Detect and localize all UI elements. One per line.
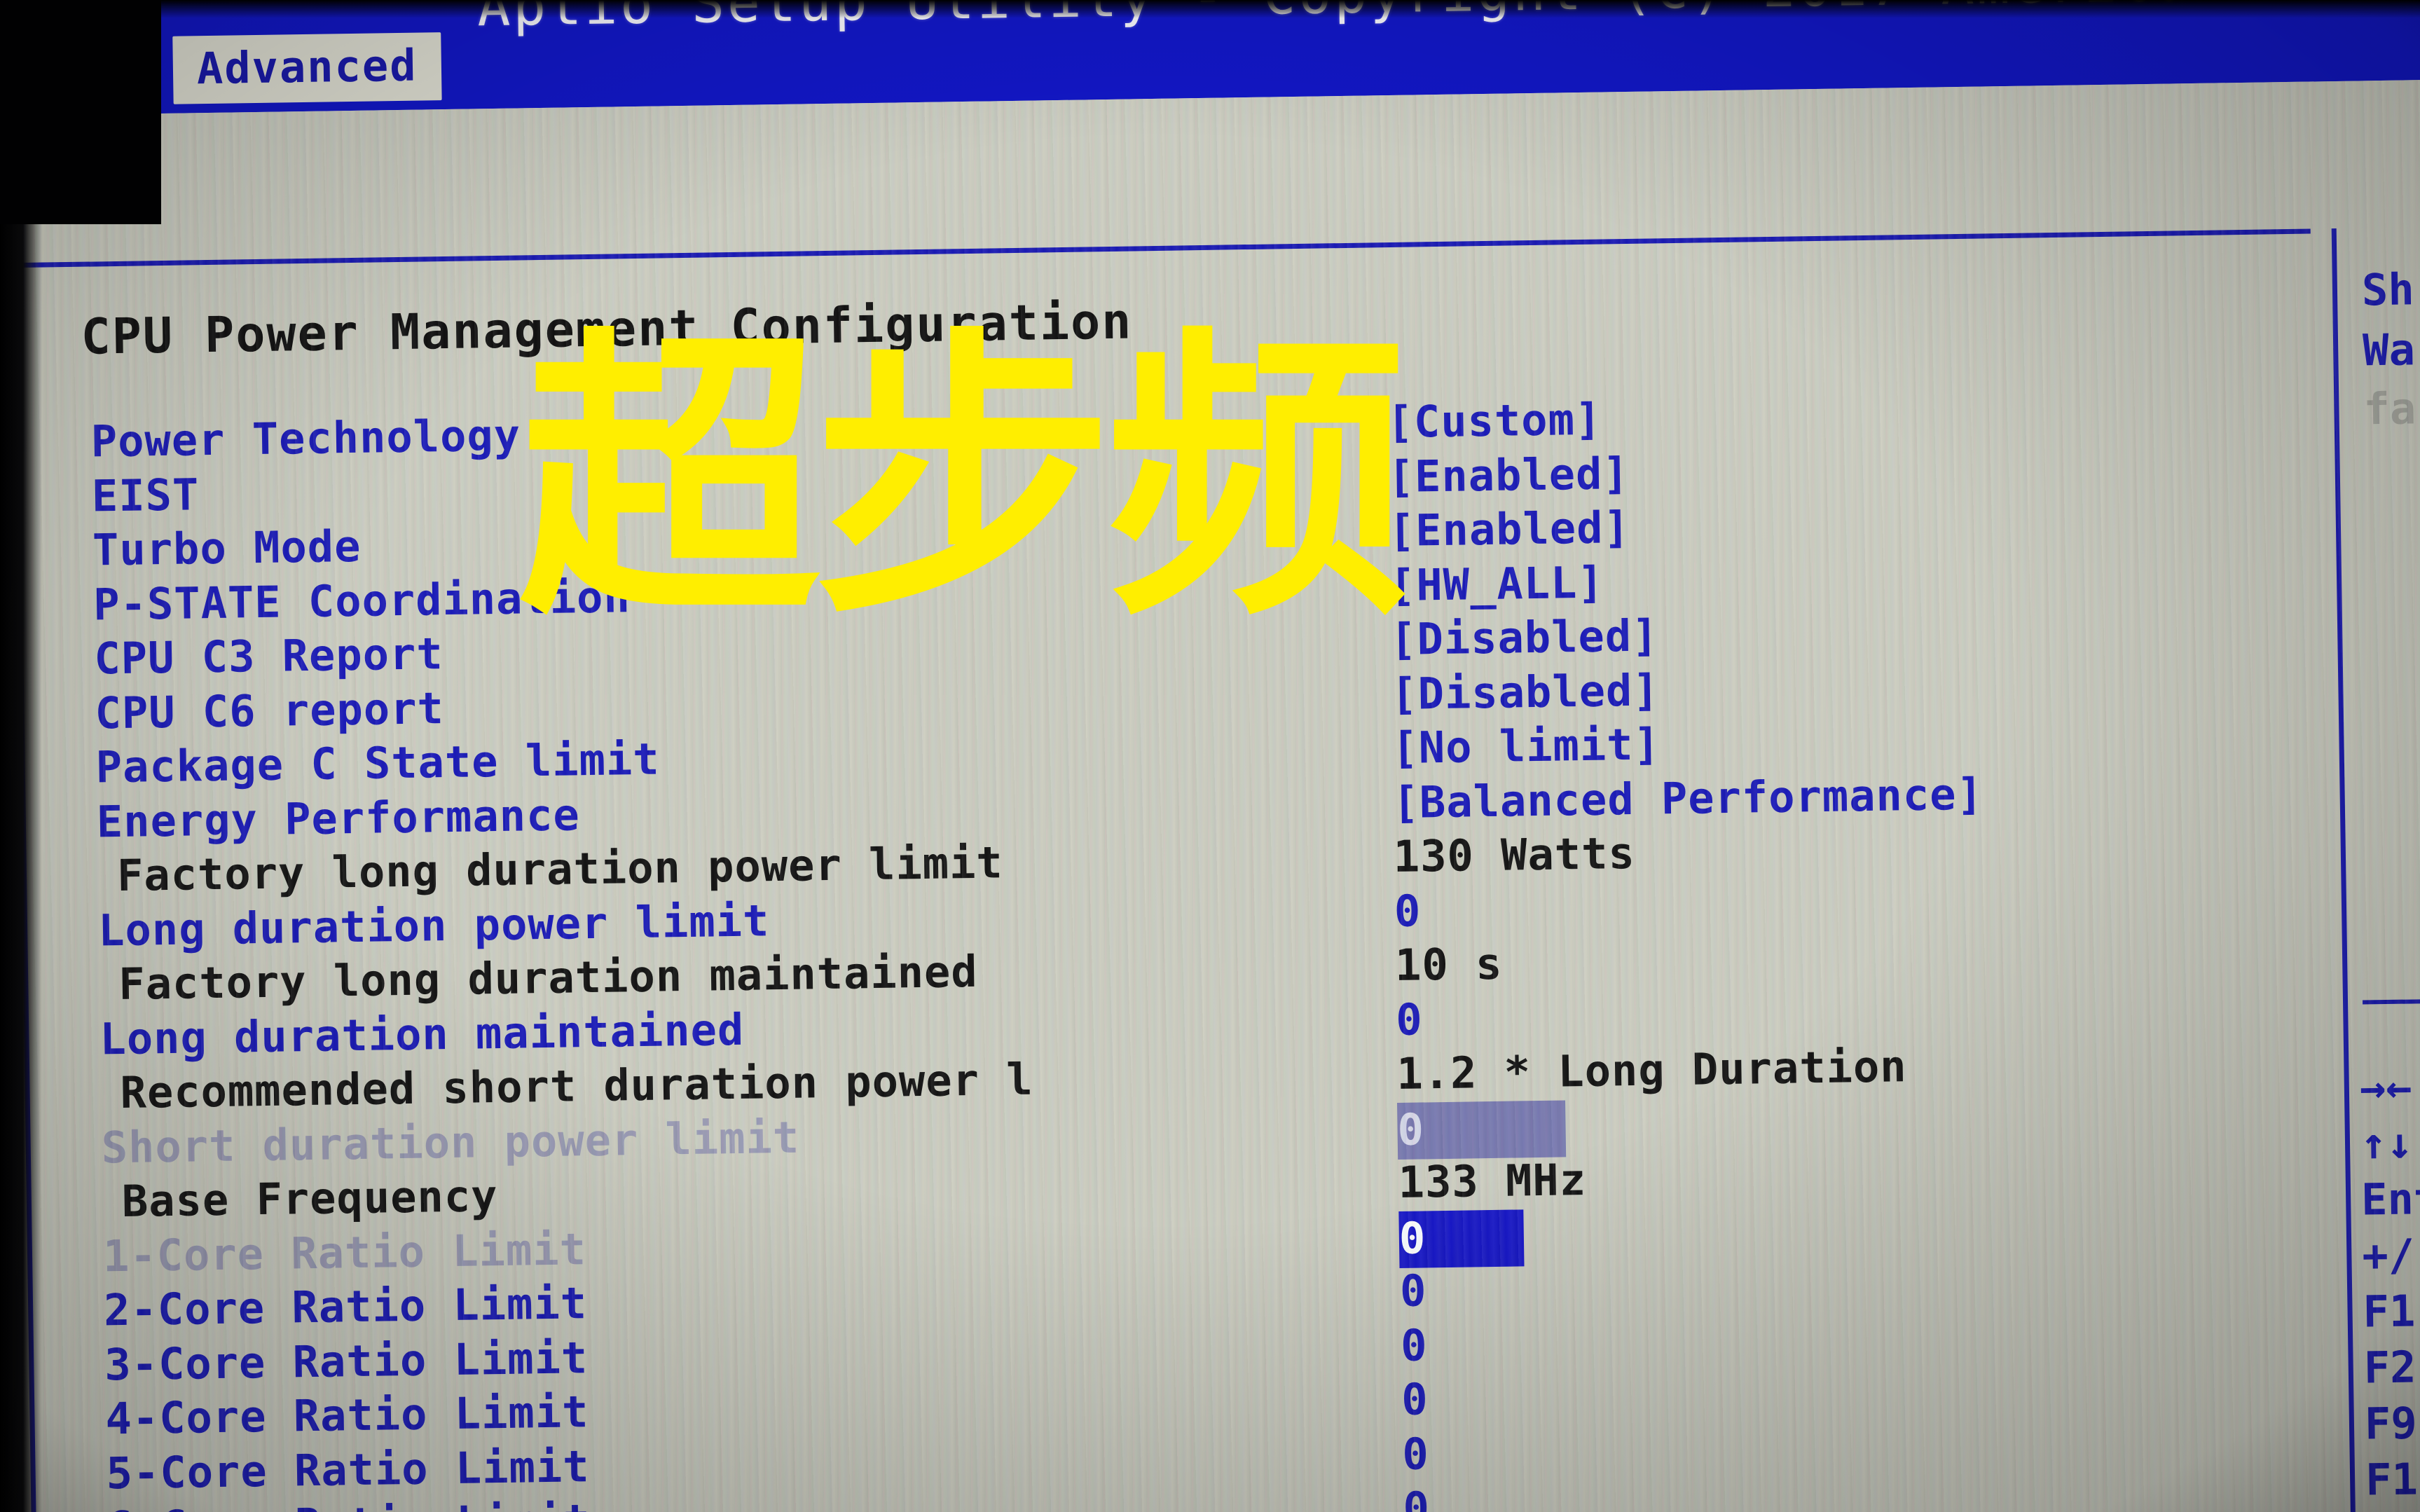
setting-value[interactable]: 10 s [1395, 938, 1503, 991]
setting-value[interactable]: 0 [1398, 1209, 1525, 1268]
help-key: →←: [2359, 1060, 2420, 1113]
setting-label: 1-Core Ratio Limit [102, 1223, 587, 1281]
muted-value-highlight[interactable]: 0 [1397, 1099, 1567, 1160]
settings-list: Power Technology [Custom] EIST [Enabled] Tur… [0, 79, 2420, 1512]
setting-label: Turbo Mode [92, 520, 362, 576]
help-key: F2: [2363, 1340, 2420, 1394]
help-key: ↑↓: [2360, 1116, 2420, 1169]
setting-value[interactable]: [Custom] [1387, 394, 1602, 448]
setting-value[interactable]: 133 MHz [1398, 1154, 1586, 1208]
setting-label: Short duration power limit [101, 1111, 800, 1173]
selected-value-highlight[interactable]: 0 [1398, 1209, 1525, 1268]
setting-value[interactable]: [Enabled] [1388, 502, 1630, 556]
setting-label: Long duration power limit [97, 894, 770, 956]
setting-value[interactable]: [Disabled] [1390, 610, 1659, 665]
setting-label: Long duration maintained [99, 1003, 745, 1064]
help-key: Ente [2360, 1172, 2420, 1225]
setting-label: 2-Core Ratio Limit [103, 1277, 588, 1336]
setting-label: 4-Core Ratio Limit [104, 1386, 589, 1445]
help-key: +/-: [2361, 1228, 2420, 1281]
bios-photo: Aptio Setup Utility - Copyright (C) 2017… [0, 0, 2420, 1512]
setup-body: CPU Power Management Configuration Power… [0, 79, 2420, 1512]
setting-value[interactable]: 0 [1399, 1265, 1426, 1317]
setting-label: CPU C3 Report [93, 628, 444, 685]
setting-value[interactable]: 0 [1403, 1482, 1430, 1512]
setting-value[interactable]: 0 [1401, 1373, 1429, 1425]
setting-value[interactable]: [No limit] [1391, 718, 1661, 774]
help-title-line1: Sh [2361, 263, 2415, 316]
setting-label: Base Frequency [121, 1170, 498, 1228]
page-title: Aptio Setup Utility - Copyright (C) 2017… [140, 0, 2420, 43]
setting-value[interactable]: 1.2 * Long Duration [1396, 1040, 1907, 1099]
setting-label: EIST [91, 468, 200, 522]
setting-value[interactable]: 0 [1394, 885, 1421, 937]
setting-label: Power Technology [90, 409, 521, 467]
setting-label: 3-Core Ratio Limit [104, 1331, 589, 1390]
setting-label: 5-Core Ratio Limit [106, 1440, 591, 1499]
setting-label: Energy Performance [96, 788, 581, 847]
setting-value[interactable]: [HW_ALL] [1389, 556, 1605, 611]
help-body-line1: fa [2363, 383, 2416, 435]
setting-value[interactable]: 0 [1402, 1428, 1429, 1480]
tab-advanced[interactable]: Advanced [172, 32, 442, 104]
setting-value[interactable]: 0 [1396, 994, 1423, 1045]
setting-value[interactable]: [Balanced Performance] [1392, 768, 1984, 828]
setting-value[interactable]: [Disabled] [1391, 664, 1660, 720]
setting-label: P-STATE Coordination [92, 570, 631, 631]
setting-value[interactable]: 0 [1397, 1099, 1567, 1160]
setting-value[interactable]: 0 [1401, 1319, 1428, 1371]
setting-value[interactable]: [Enabled] [1387, 447, 1630, 502]
setting-label: Package C State limit [95, 733, 661, 793]
setting-label: CPU C6 report [95, 682, 445, 739]
setting-value[interactable]: 130 Watts [1393, 827, 1635, 882]
monitor-screen: Aptio Setup Utility - Copyright (C) 2017… [0, 0, 2420, 1512]
help-key: F10: [2365, 1452, 2420, 1506]
help-key: F1: [2363, 1284, 2420, 1338]
help-title-line2: Wa [2362, 324, 2416, 376]
help-key: F9: [2364, 1396, 2420, 1450]
